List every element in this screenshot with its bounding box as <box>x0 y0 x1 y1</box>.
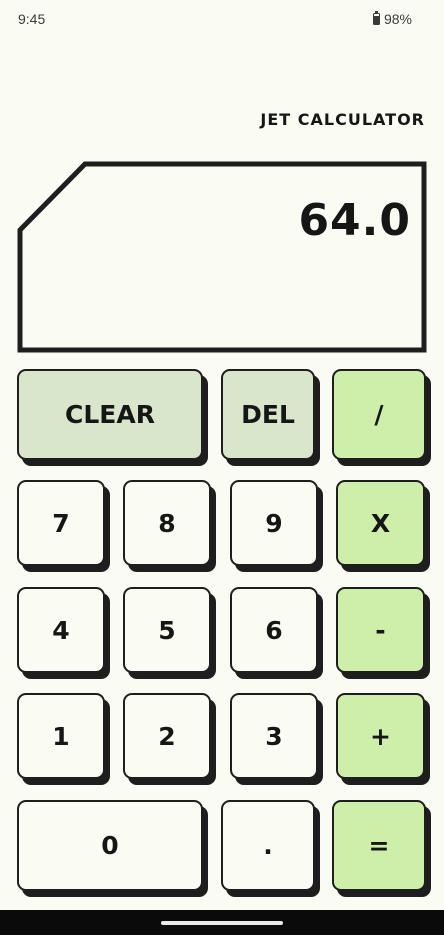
divide-button[interactable]: / <box>332 369 426 460</box>
decimal-point-button[interactable]: . <box>221 800 315 891</box>
minus-button[interactable]: - <box>336 587 425 673</box>
app-title: JET CALCULATOR <box>260 110 425 129</box>
digit-4-button[interactable]: 4 <box>17 587 105 673</box>
battery-level: 98% <box>383 11 412 27</box>
digit-9-button[interactable]: 9 <box>230 480 318 566</box>
digit-1-button[interactable]: 1 <box>17 693 105 779</box>
delete-button[interactable]: DEL <box>221 369 315 460</box>
display-frame <box>17 161 427 353</box>
status-right: 98% <box>372 10 412 27</box>
digit-6-button[interactable]: 6 <box>230 587 318 673</box>
digit-0-button[interactable]: 0 <box>17 800 203 891</box>
digit-7-button[interactable]: 7 <box>17 480 105 566</box>
digit-2-button[interactable]: 2 <box>123 693 211 779</box>
digit-8-button[interactable]: 8 <box>123 480 211 566</box>
equals-button[interactable]: = <box>332 800 426 891</box>
home-gesture-handle[interactable] <box>161 921 283 925</box>
display-value: 64.0 <box>298 195 411 246</box>
clear-button[interactable]: CLEAR <box>17 369 203 460</box>
digit-3-button[interactable]: 3 <box>230 693 318 779</box>
status-bar: 9:45 98% <box>0 0 444 40</box>
status-time: 9:45 <box>18 11 46 27</box>
result-display: 64.0 <box>17 161 427 353</box>
digit-5-button[interactable]: 5 <box>123 587 211 673</box>
navigation-bar <box>0 910 444 935</box>
multiply-button[interactable]: X <box>336 480 425 566</box>
plus-button[interactable]: + <box>336 693 425 779</box>
battery-icon <box>372 10 380 25</box>
